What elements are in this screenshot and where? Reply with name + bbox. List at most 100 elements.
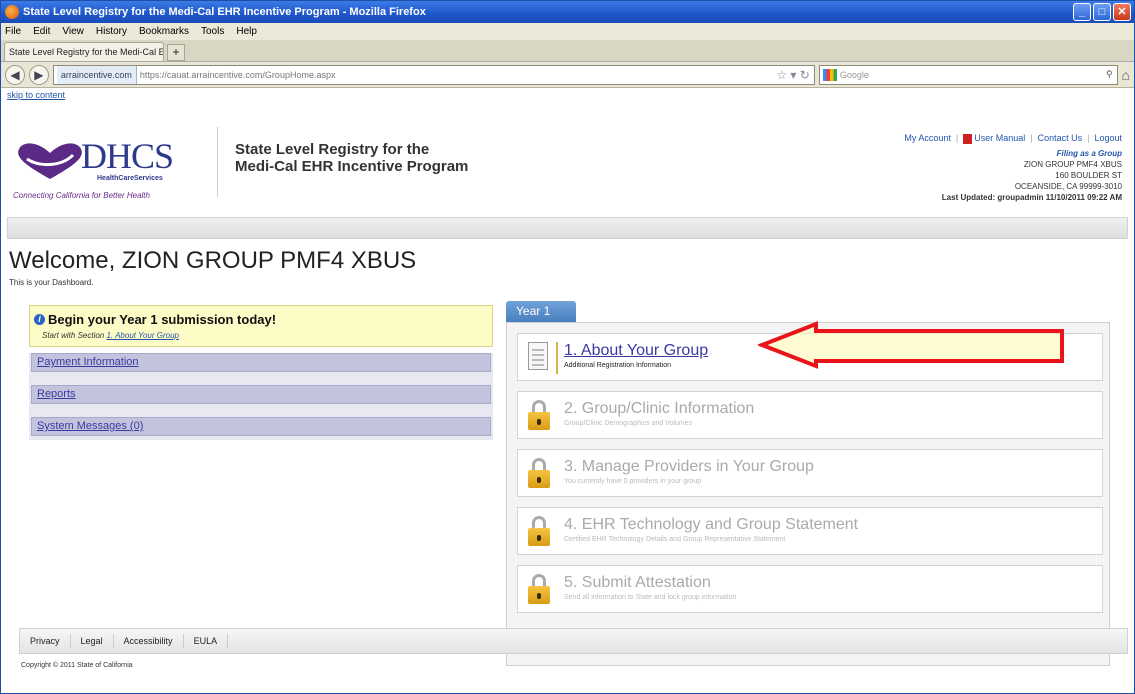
logo-text: DHCS	[81, 136, 174, 176]
lock-icon	[528, 516, 550, 548]
new-tab-button[interactable]: +	[167, 44, 185, 61]
bookmark-star-icon[interactable]: ☆ ▾ ↻	[776, 68, 814, 82]
search-icon[interactable]: ⚲	[1106, 69, 1117, 80]
logo-tagline: Connecting California for Better Health	[13, 191, 150, 200]
step-subtitle: Group/Clinic Demographics and Volumes	[564, 420, 693, 427]
tab-bar: State Level Registry for the Medi-Cal EH…	[1, 40, 1134, 62]
logout-link[interactable]: Logout	[1094, 133, 1122, 143]
lock-icon	[528, 458, 550, 490]
forward-button[interactable]: ▶	[28, 64, 49, 85]
maximize-button[interactable]: □	[1093, 3, 1111, 21]
site-identity[interactable]: arraincentive.com	[56, 65, 137, 84]
begin-prefix: Start with Section	[42, 331, 107, 340]
user-manual-label: User Manual	[974, 133, 1026, 143]
filing-mode: Filing as a Group	[1056, 149, 1122, 158]
minimize-button[interactable]: _	[1073, 3, 1091, 21]
url-text: https://cauat.arraincentive.com/GroupHom…	[139, 69, 336, 80]
group-name: ZION GROUP PMF4 XBUS	[1023, 160, 1122, 169]
nav-payment-information[interactable]: Payment Information	[31, 353, 491, 372]
user-manual-link[interactable]: User Manual	[963, 133, 1025, 144]
welcome-heading: Welcome, ZION GROUP PMF4 XBUS	[9, 247, 417, 274]
google-icon	[822, 68, 837, 81]
heart-logo-icon	[18, 143, 82, 179]
top-links: My Account | User Manual | Contact Us | …	[904, 133, 1122, 144]
browser-tab[interactable]: State Level Registry for the Medi-Cal EH…	[4, 42, 164, 61]
group-street: 160 BOULDER ST	[1055, 171, 1122, 180]
navigation-bar: ◀ ▶ arraincentive.com https://cauat.arra…	[1, 62, 1134, 88]
group-city: OCEANSIDE, CA 99999-3010	[1014, 182, 1122, 191]
document-icon	[528, 342, 550, 374]
menu-bar: File Edit View History Bookmarks Tools H…	[1, 23, 1134, 40]
menu-history[interactable]: History	[96, 26, 127, 37]
lock-icon	[528, 574, 550, 606]
begin-title-text: Begin your Year 1 submission today!	[48, 312, 277, 327]
step-title: 3. Manage Providers in Your Group	[564, 458, 814, 475]
menu-file[interactable]: File	[5, 26, 21, 37]
close-button[interactable]: ✕	[1113, 3, 1131, 21]
left-column: i Begin your Year 1 submission today! St…	[29, 305, 493, 440]
app-title-line2: Medi-Cal EHR Incentive Program	[235, 158, 469, 175]
logo-subtext: HealthCareServices	[97, 175, 163, 182]
step-ehr-technology: 4. EHR Technology and Group Statement Ce…	[517, 507, 1103, 555]
footer-accessibility-link[interactable]: Accessibility	[114, 634, 184, 648]
firefox-icon	[5, 5, 19, 19]
begin-submission-box: i Begin your Year 1 submission today! St…	[29, 305, 493, 347]
step-title: 5. Submit Attestation	[564, 574, 711, 591]
step-title[interactable]: 1. About Your Group	[564, 342, 708, 360]
step-manage-providers: 3. Manage Providers in Your Group You cu…	[517, 449, 1103, 497]
dhcs-logo[interactable]: DHCS HealthCareServices Connecting Calif…	[13, 135, 203, 205]
step-subtitle: Certified EHR Technology Details and Gro…	[564, 536, 786, 543]
copyright: Copyright © 2011 State of California	[21, 662, 133, 669]
menu-edit[interactable]: Edit	[33, 26, 50, 37]
begin-subtitle: Start with Section 1. About Your Group	[34, 331, 488, 340]
nav-system-messages[interactable]: System Messages (0)	[31, 417, 491, 436]
tab-year-1[interactable]: Year 1	[506, 301, 576, 322]
address-bar[interactable]: arraincentive.com https://cauat.arraince…	[52, 64, 815, 85]
skip-to-content-link[interactable]: skip to content	[1, 88, 1134, 102]
contact-us-link[interactable]: Contact Us	[1038, 133, 1083, 143]
step-group-clinic-information: 2. Group/Clinic Information Group/Clinic…	[517, 391, 1103, 439]
dashboard-subtitle: This is your Dashboard.	[9, 278, 94, 287]
header-bar	[7, 217, 1128, 239]
app-title-line1: State Level Registry for the	[235, 141, 430, 158]
begin-title: i Begin your Year 1 submission today!	[34, 312, 488, 327]
window-title: State Level Registry for the Medi-Cal EH…	[23, 6, 426, 18]
account-info: Filing as a Group ZION GROUP PMF4 XBUS 1…	[942, 148, 1122, 203]
tab-label: State Level Registry for the Medi-Cal EH…	[9, 47, 164, 57]
nav-reports[interactable]: Reports	[31, 385, 491, 404]
last-updated: Last Updated: groupadmin 11/10/2011 09:2…	[941, 193, 1122, 202]
about-your-group-link[interactable]: 1. About Your Group	[106, 331, 179, 340]
step-subtitle: You currently have 0 providers in your g…	[564, 478, 702, 485]
left-nav: Payment Information Reports System Messa…	[29, 353, 493, 440]
home-icon[interactable]: ⌂	[1122, 67, 1130, 83]
pdf-icon	[963, 133, 973, 144]
footer-eula-link[interactable]: EULA	[184, 634, 229, 648]
step-submit-attestation: 5. Submit Attestation Send all informati…	[517, 565, 1103, 613]
my-account-link[interactable]: My Account	[904, 133, 951, 143]
step-subtitle: Send all information to State and lock g…	[564, 594, 737, 601]
step-title: 4. EHR Technology and Group Statement	[564, 516, 859, 533]
menu-help[interactable]: Help	[236, 26, 257, 37]
back-button[interactable]: ◀	[5, 64, 25, 85]
footer-legal-link[interactable]: Legal	[71, 634, 114, 648]
menu-bookmarks[interactable]: Bookmarks	[139, 26, 189, 37]
header-divider	[217, 127, 218, 197]
step-divider	[556, 342, 558, 374]
link-separator: |	[1030, 133, 1033, 144]
footer-privacy-link[interactable]: Privacy	[20, 634, 71, 648]
app-title: State Level Registry for the Medi-Cal EH…	[235, 141, 468, 175]
menu-tools[interactable]: Tools	[201, 26, 224, 37]
title-bar: State Level Registry for the Medi-Cal EH…	[1, 1, 1134, 23]
highlight-arrow-icon	[758, 321, 1064, 369]
browser-window: State Level Registry for the Medi-Cal EH…	[0, 0, 1135, 694]
site-header: DHCS HealthCareServices Connecting Calif…	[7, 127, 1128, 215]
search-placeholder: Google	[839, 69, 869, 80]
step-title: 2. Group/Clinic Information	[564, 400, 755, 417]
search-input[interactable]: Google ⚲	[818, 64, 1118, 85]
steps-panel: 1. About Your Group Additional Registrat…	[506, 322, 1110, 666]
link-separator: |	[1087, 133, 1090, 144]
link-separator: |	[955, 133, 959, 144]
info-icon: i	[34, 314, 45, 325]
lock-icon	[528, 400, 550, 432]
menu-view[interactable]: View	[62, 26, 84, 37]
